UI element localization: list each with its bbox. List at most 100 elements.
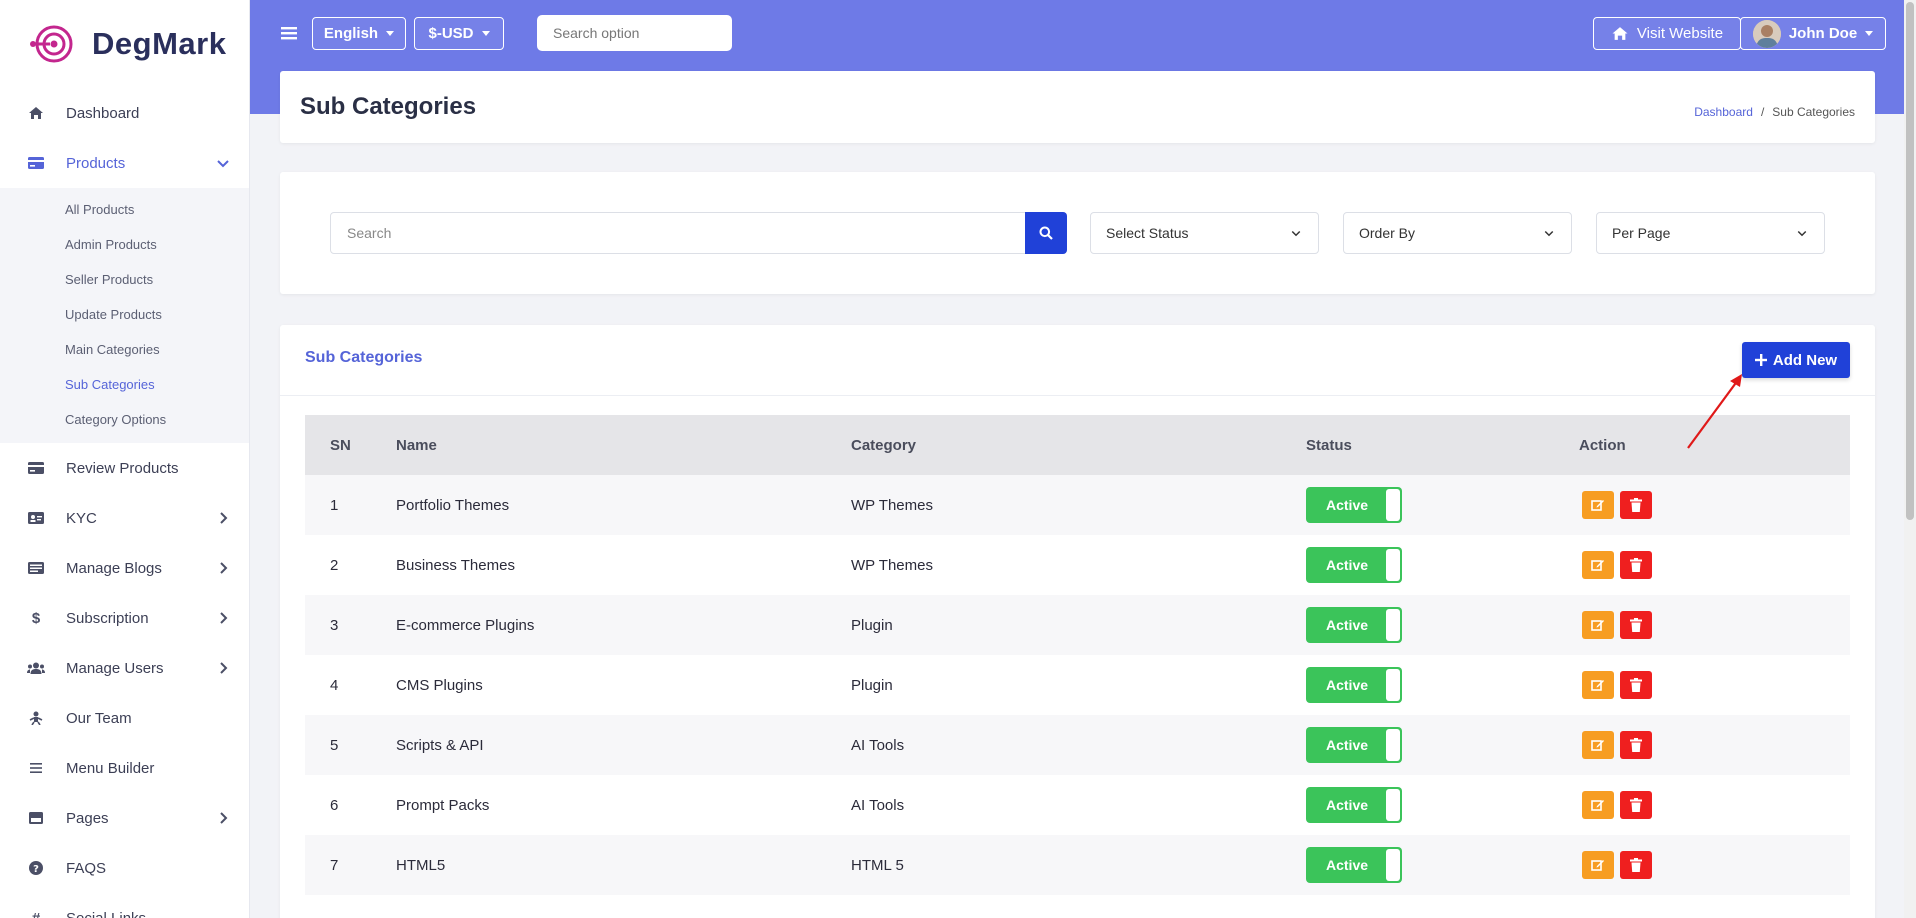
chevron-down-icon: [217, 160, 229, 168]
edit-icon: [1591, 860, 1604, 871]
toggle-knob: [1386, 549, 1400, 581]
visit-website-label: Visit Website: [1636, 25, 1724, 42]
status-toggle-label: Active: [1326, 557, 1369, 573]
home-icon: [1612, 27, 1628, 40]
sidebar-item-label: Menu Builder: [66, 759, 155, 777]
hamburger-icon[interactable]: [280, 24, 298, 42]
cell-status: Active: [1306, 727, 1579, 763]
delete-button[interactable]: [1620, 851, 1652, 879]
sidebar-item-label: KYC: [66, 509, 97, 527]
cell-name: Portfolio Themes: [396, 496, 510, 514]
chevron-right-icon: [220, 612, 228, 624]
table-body: 1 Portfolio Themes WP Themes Active 2 Busines…: [305, 475, 1850, 895]
sidebar-item-social-links[interactable]: # Social Links: [0, 893, 249, 918]
language-dropdown[interactable]: English: [312, 17, 406, 50]
status-toggle-label: Active: [1326, 857, 1369, 873]
sidebar-item-faqs[interactable]: ? FAQS: [0, 843, 249, 893]
status-toggle[interactable]: Active: [1306, 727, 1402, 763]
language-label: English: [323, 25, 379, 42]
currency-dropdown[interactable]: $-USD: [414, 17, 504, 50]
delete-button[interactable]: [1620, 551, 1652, 579]
status-toggle[interactable]: Active: [1306, 847, 1402, 883]
sidebar-subitem-all-products[interactable]: All Products: [0, 192, 249, 227]
delete-button[interactable]: [1620, 731, 1652, 759]
cell-action: [1579, 851, 1850, 879]
sidebar-item-label: FAQS: [66, 859, 107, 877]
cell-action: [1579, 791, 1850, 819]
sub-categories-table: SN Name Category Status Action 1 Portfoli…: [305, 415, 1850, 895]
scrollbar-thumb[interactable]: [1906, 2, 1914, 520]
user-menu-dropdown[interactable]: John Doe: [1740, 17, 1886, 50]
edit-button[interactable]: [1582, 611, 1614, 639]
sidebar-item-subscription[interactable]: $ Subscription: [0, 593, 249, 643]
edit-button[interactable]: [1582, 671, 1614, 699]
sidebar-item-pages[interactable]: Pages: [0, 793, 249, 843]
edit-icon: [1591, 620, 1604, 631]
sidebar-item-review-products[interactable]: Review Products: [0, 443, 249, 493]
sidebar-item-kyc[interactable]: KYC: [0, 493, 249, 543]
order-by-select[interactable]: Order By: [1343, 212, 1572, 254]
table-row: 7 HTML5 HTML 5 Active: [305, 835, 1850, 895]
per-page-select[interactable]: Per Page: [1596, 212, 1825, 254]
delete-button[interactable]: [1620, 671, 1652, 699]
status-select[interactable]: Select Status: [1090, 212, 1319, 254]
status-toggle[interactable]: Active: [1306, 487, 1402, 523]
cell-category: HTML 5: [851, 856, 904, 874]
sidebar-item-products[interactable]: Products: [0, 138, 249, 188]
cell-category: WP Themes: [851, 556, 933, 574]
table-card-title: Sub Categories: [305, 349, 423, 366]
edit-button[interactable]: [1582, 791, 1614, 819]
cell-name: CMS Plugins: [396, 676, 483, 694]
sidebar-item-manage-users[interactable]: Manage Users: [0, 643, 249, 693]
sidebar-item-menu-builder[interactable]: Menu Builder: [0, 743, 249, 793]
logo[interactable]: DegMark: [0, 0, 249, 88]
sidebar-item-label: Our Team: [66, 709, 132, 727]
products-submenu: All Products Admin Products Seller Produ…: [0, 188, 249, 443]
delete-button[interactable]: [1620, 491, 1652, 519]
search-group: [330, 212, 1067, 254]
status-toggle[interactable]: Active: [1306, 667, 1402, 703]
user-name: John Doe: [1788, 25, 1858, 42]
users-icon: [26, 658, 46, 678]
table-row: 2 Business Themes WP Themes Active: [305, 535, 1850, 595]
add-new-button[interactable]: Add New: [1742, 342, 1850, 378]
sidebar-subitem-update-products[interactable]: Update Products: [0, 297, 249, 332]
status-toggle[interactable]: Active: [1306, 607, 1402, 643]
edit-button[interactable]: [1582, 731, 1614, 759]
visit-website-button[interactable]: Visit Website: [1593, 17, 1741, 50]
trash-icon: [1630, 738, 1642, 752]
toggle-knob: [1386, 609, 1400, 641]
per-page-select-value: Per Page: [1612, 225, 1671, 241]
edit-button[interactable]: [1582, 851, 1614, 879]
sidebar-subitem-category-options[interactable]: Category Options: [0, 402, 249, 437]
delete-button[interactable]: [1620, 791, 1652, 819]
cell-sn: 2: [330, 556, 339, 574]
search-input[interactable]: [331, 213, 1011, 253]
filter-card: Select Status Order By Per Page: [280, 172, 1875, 294]
topbar-search-input[interactable]: [537, 15, 732, 51]
header-status: Status: [1306, 436, 1352, 454]
status-toggle[interactable]: Active: [1306, 787, 1402, 823]
sidebar-subitem-main-categories[interactable]: Main Categories: [0, 332, 249, 367]
breadcrumb-dashboard-link[interactable]: Dashboard: [1694, 105, 1753, 119]
cell-category: AI Tools: [851, 736, 905, 754]
edit-button[interactable]: [1582, 491, 1614, 519]
delete-button[interactable]: [1620, 611, 1652, 639]
table-row: 1 Portfolio Themes WP Themes Active: [305, 475, 1850, 535]
status-toggle[interactable]: Active: [1306, 547, 1402, 583]
sidebar-subitem-seller-products[interactable]: Seller Products: [0, 262, 249, 297]
page-scrollbar[interactable]: [1904, 0, 1916, 918]
edit-button[interactable]: [1582, 551, 1614, 579]
sidebar-subitem-sub-categories[interactable]: Sub Categories: [0, 367, 249, 402]
sidebar-item-our-team[interactable]: Our Team: [0, 693, 249, 743]
sidebar-item-label: Manage Users: [66, 659, 164, 677]
chevron-down-icon: [1291, 230, 1301, 237]
sidebar-item-dashboard[interactable]: Dashboard: [0, 88, 249, 138]
search-button[interactable]: [1025, 212, 1067, 254]
sidebar-item-manage-blogs[interactable]: Manage Blogs: [0, 543, 249, 593]
avatar: [1752, 19, 1781, 48]
divider: [280, 395, 1875, 396]
sidebar-subitem-admin-products[interactable]: Admin Products: [0, 227, 249, 262]
brand-name: DegMark: [92, 26, 227, 61]
cell-category: WP Themes: [851, 496, 933, 514]
